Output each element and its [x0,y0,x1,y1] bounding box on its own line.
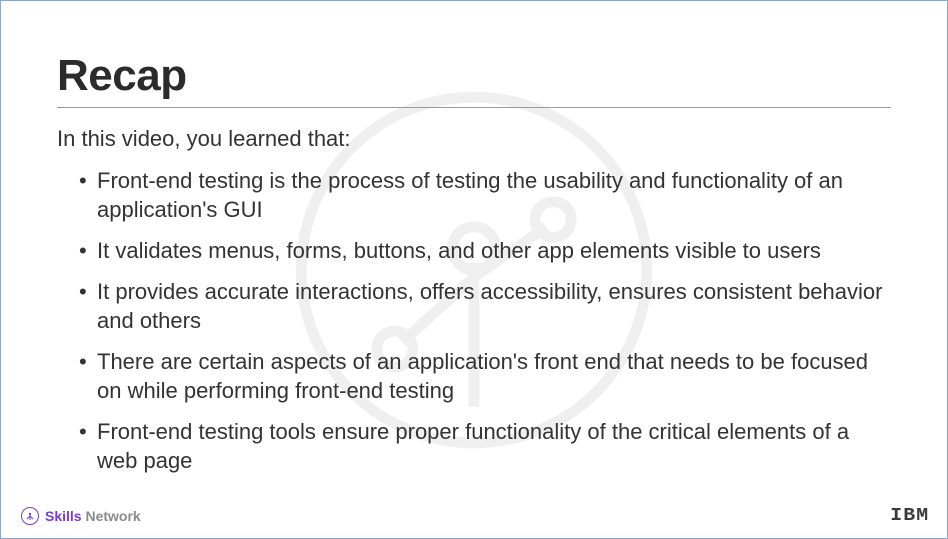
footer: Skills Network IBM [21,506,927,526]
intro-text: In this video, you learned that: [57,126,891,152]
skills-network-logo: Skills Network [21,507,141,525]
skills-word: Skills [45,508,82,524]
network-word: Network [85,508,140,524]
slide: Recap In this video, you learned that: F… [0,0,948,539]
content-area: Recap In this video, you learned that: F… [1,1,947,475]
list-item: It provides accurate interactions, offer… [79,277,891,335]
list-item: There are certain aspects of an applicat… [79,347,891,405]
ibm-logo: IBM [890,506,929,526]
skills-network-icon [21,507,39,525]
list-item: Front-end testing tools ensure proper fu… [79,417,891,475]
slide-title: Recap [57,51,891,108]
list-item: It validates menus, forms, buttons, and … [79,236,891,265]
bullet-list: Front-end testing is the process of test… [57,166,891,475]
skills-network-text: Skills Network [45,508,141,524]
list-item: Front-end testing is the process of test… [79,166,891,224]
